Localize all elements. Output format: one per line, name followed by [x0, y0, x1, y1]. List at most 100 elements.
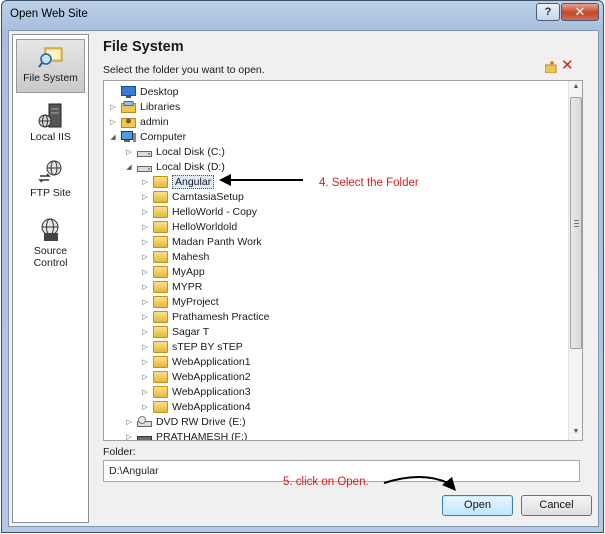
expand-arrow-icon[interactable]: ▷ — [140, 342, 150, 352]
expand-arrow-icon[interactable]: ▷ — [108, 117, 118, 127]
thumb-grip — [574, 226, 579, 227]
expand-arrow-icon[interactable]: ▷ — [140, 312, 150, 322]
sidebar-item-file-system[interactable]: File System — [16, 39, 85, 93]
tree-item-label: MYPR — [172, 280, 203, 293]
thumb-grip — [574, 220, 579, 221]
tree-item-label: WebApplication4 — [172, 400, 251, 413]
folder-icon — [153, 235, 168, 248]
tree-item-label: WebApplication1 — [172, 355, 251, 368]
expand-arrow-icon[interactable]: ▷ — [140, 192, 150, 202]
tree-item[interactable]: ▷ WebApplication4 — [140, 399, 251, 414]
expand-arrow-icon[interactable]: ▷ — [124, 417, 134, 427]
panel-heading: File System — [103, 39, 184, 55]
sidebar-item-label: Source Control — [33, 245, 68, 269]
tree-item[interactable]: ▷ PRATHAMESH (F:) — [124, 429, 248, 441]
tree-item[interactable]: ◢ Local Disk (D:) — [124, 159, 225, 174]
tree-item[interactable]: ▷ CamtasiaSetup — [140, 189, 244, 204]
tree-item[interactable]: ▷ HelloWorldold — [140, 219, 237, 234]
tree-item[interactable]: ▷ MyProject — [140, 294, 219, 309]
sidebar-item-local-iis[interactable]: Local IIS — [16, 99, 85, 147]
folder-icon — [153, 385, 168, 398]
tree-item[interactable]: ▷ HelloWorld - Copy — [140, 204, 257, 219]
tree-item-label: HelloWorld - Copy — [172, 205, 257, 218]
dvd-drive-icon — [137, 415, 152, 427]
expand-arrow-icon[interactable]: ▷ — [140, 252, 150, 262]
sidebar-item-ftp-site[interactable]: FTP Site — [16, 155, 85, 203]
close-button[interactable]: ✕ — [561, 3, 599, 21]
scroll-thumb[interactable] — [570, 97, 582, 349]
tree-item[interactable]: ▷ Madan Panth Work — [140, 234, 262, 249]
tree-item[interactable]: ◢ Computer — [108, 129, 186, 144]
expand-arrow-icon[interactable]: ▷ — [140, 222, 150, 232]
tree-item[interactable]: ▷ Prathamesh Practice — [140, 309, 269, 324]
folder-icon — [153, 310, 168, 323]
new-folder-icon[interactable] — [545, 61, 557, 73]
expand-arrow-icon[interactable]: ▷ — [140, 267, 150, 277]
tree-item[interactable]: ▷ Libraries — [108, 99, 180, 114]
folder-icon — [153, 190, 168, 203]
expand-arrow-icon[interactable]: ▷ — [140, 207, 150, 217]
tree-item[interactable]: ▷ WebApplication3 — [140, 384, 251, 399]
collapse-arrow-icon[interactable]: ◢ — [108, 132, 118, 142]
tree-item-label: Desktop — [140, 85, 179, 98]
folder-icon — [153, 340, 168, 353]
expand-arrow-icon[interactable]: ▷ — [140, 237, 150, 247]
folder-icon — [153, 205, 168, 218]
tree-scrollbar[interactable]: ▲ ▼ — [568, 81, 582, 440]
server-icon — [38, 103, 61, 128]
scroll-down-arrow-icon[interactable]: ▼ — [571, 428, 581, 438]
expand-arrow-icon[interactable]: ▷ — [140, 282, 150, 292]
folder-icon — [153, 250, 168, 263]
tree-item-label: sTEP BY sTEP — [172, 340, 243, 353]
drive-icon — [137, 150, 152, 157]
tree-item[interactable]: ▷ WebApplication2 — [140, 369, 251, 384]
dialog-body: File System Local IIS FTP Site Source Co… — [8, 30, 599, 527]
collapse-arrow-icon[interactable]: ◢ — [124, 162, 134, 172]
tree-item-label: Local Disk (D:) — [156, 160, 225, 173]
tree-item[interactable]: ▷ Mahesh — [140, 249, 209, 264]
expand-arrow-icon[interactable]: ▷ — [124, 147, 134, 157]
tree-item-label: Sagar T — [172, 325, 210, 338]
tree-item[interactable]: ▷ sTEP BY sTEP — [140, 339, 243, 354]
tree-item[interactable]: ▷ Angular — [140, 174, 215, 189]
folder-icon — [153, 175, 168, 188]
tree-item-label: PRATHAMESH (F:) — [156, 430, 248, 441]
tree-item-label: WebApplication3 — [172, 385, 251, 398]
tree-item[interactable]: ▷ Sagar T — [140, 324, 209, 339]
folder-icon — [153, 400, 168, 413]
open-button[interactable]: Open — [442, 495, 513, 516]
tree-item[interactable]: ▷ Local Disk (C:) — [124, 144, 225, 159]
cancel-button[interactable]: Cancel — [521, 495, 592, 516]
annotation-arrow-left-icon — [219, 174, 303, 186]
expand-arrow-icon[interactable]: ▷ — [124, 432, 134, 441]
thumb-grip — [574, 223, 579, 224]
expand-arrow-icon[interactable]: ▷ — [140, 372, 150, 382]
tree-item-label: Prathamesh Practice — [172, 310, 270, 323]
delete-icon[interactable]: ✕ — [561, 58, 575, 73]
expand-arrow-icon[interactable]: ▷ — [108, 102, 118, 112]
sidebar-item-source-control[interactable]: Source Control — [16, 213, 85, 273]
sidebar-item-label: Local IIS — [30, 131, 71, 143]
help-button[interactable]: ? — [536, 3, 560, 21]
expand-arrow-icon[interactable]: ▷ — [140, 357, 150, 367]
folder-icon — [153, 325, 168, 338]
tree-item-label: MyApp — [172, 265, 205, 278]
tree-item-label: HelloWorldold — [172, 220, 238, 233]
tree-item[interactable]: ▷ DVD RW Drive (E:) — [124, 414, 246, 429]
expand-arrow-icon[interactable]: ▷ — [140, 402, 150, 412]
tree-item[interactable]: ▷ WebApplication1 — [140, 354, 251, 369]
tree-item[interactable]: ▷ admin — [108, 114, 169, 129]
scroll-up-arrow-icon[interactable]: ▲ — [571, 83, 581, 93]
expand-arrow-icon[interactable]: ▷ — [140, 387, 150, 397]
tree-item-label: Local Disk (C:) — [156, 145, 225, 158]
sidebar-item-label: FTP Site — [30, 187, 71, 199]
folder-tree[interactable]: ▷ PRATHAMESH (F:) ▷ DVD RW Drive (E:) ▷ WebAp… — [103, 80, 583, 441]
tree-item[interactable]: ▷ MyApp — [140, 264, 205, 279]
expand-arrow-icon[interactable]: ▷ — [140, 297, 150, 307]
expand-arrow-icon[interactable]: ▷ — [140, 327, 150, 337]
expand-arrow-icon[interactable]: ▷ — [140, 177, 150, 187]
title-bar[interactable]: Open Web Site ? ✕ — [2, 1, 603, 25]
panel-instruction: Select the folder you want to open. — [103, 64, 265, 76]
tree-item[interactable]: Desktop — [108, 84, 179, 99]
tree-item[interactable]: ▷ MYPR — [140, 279, 202, 294]
